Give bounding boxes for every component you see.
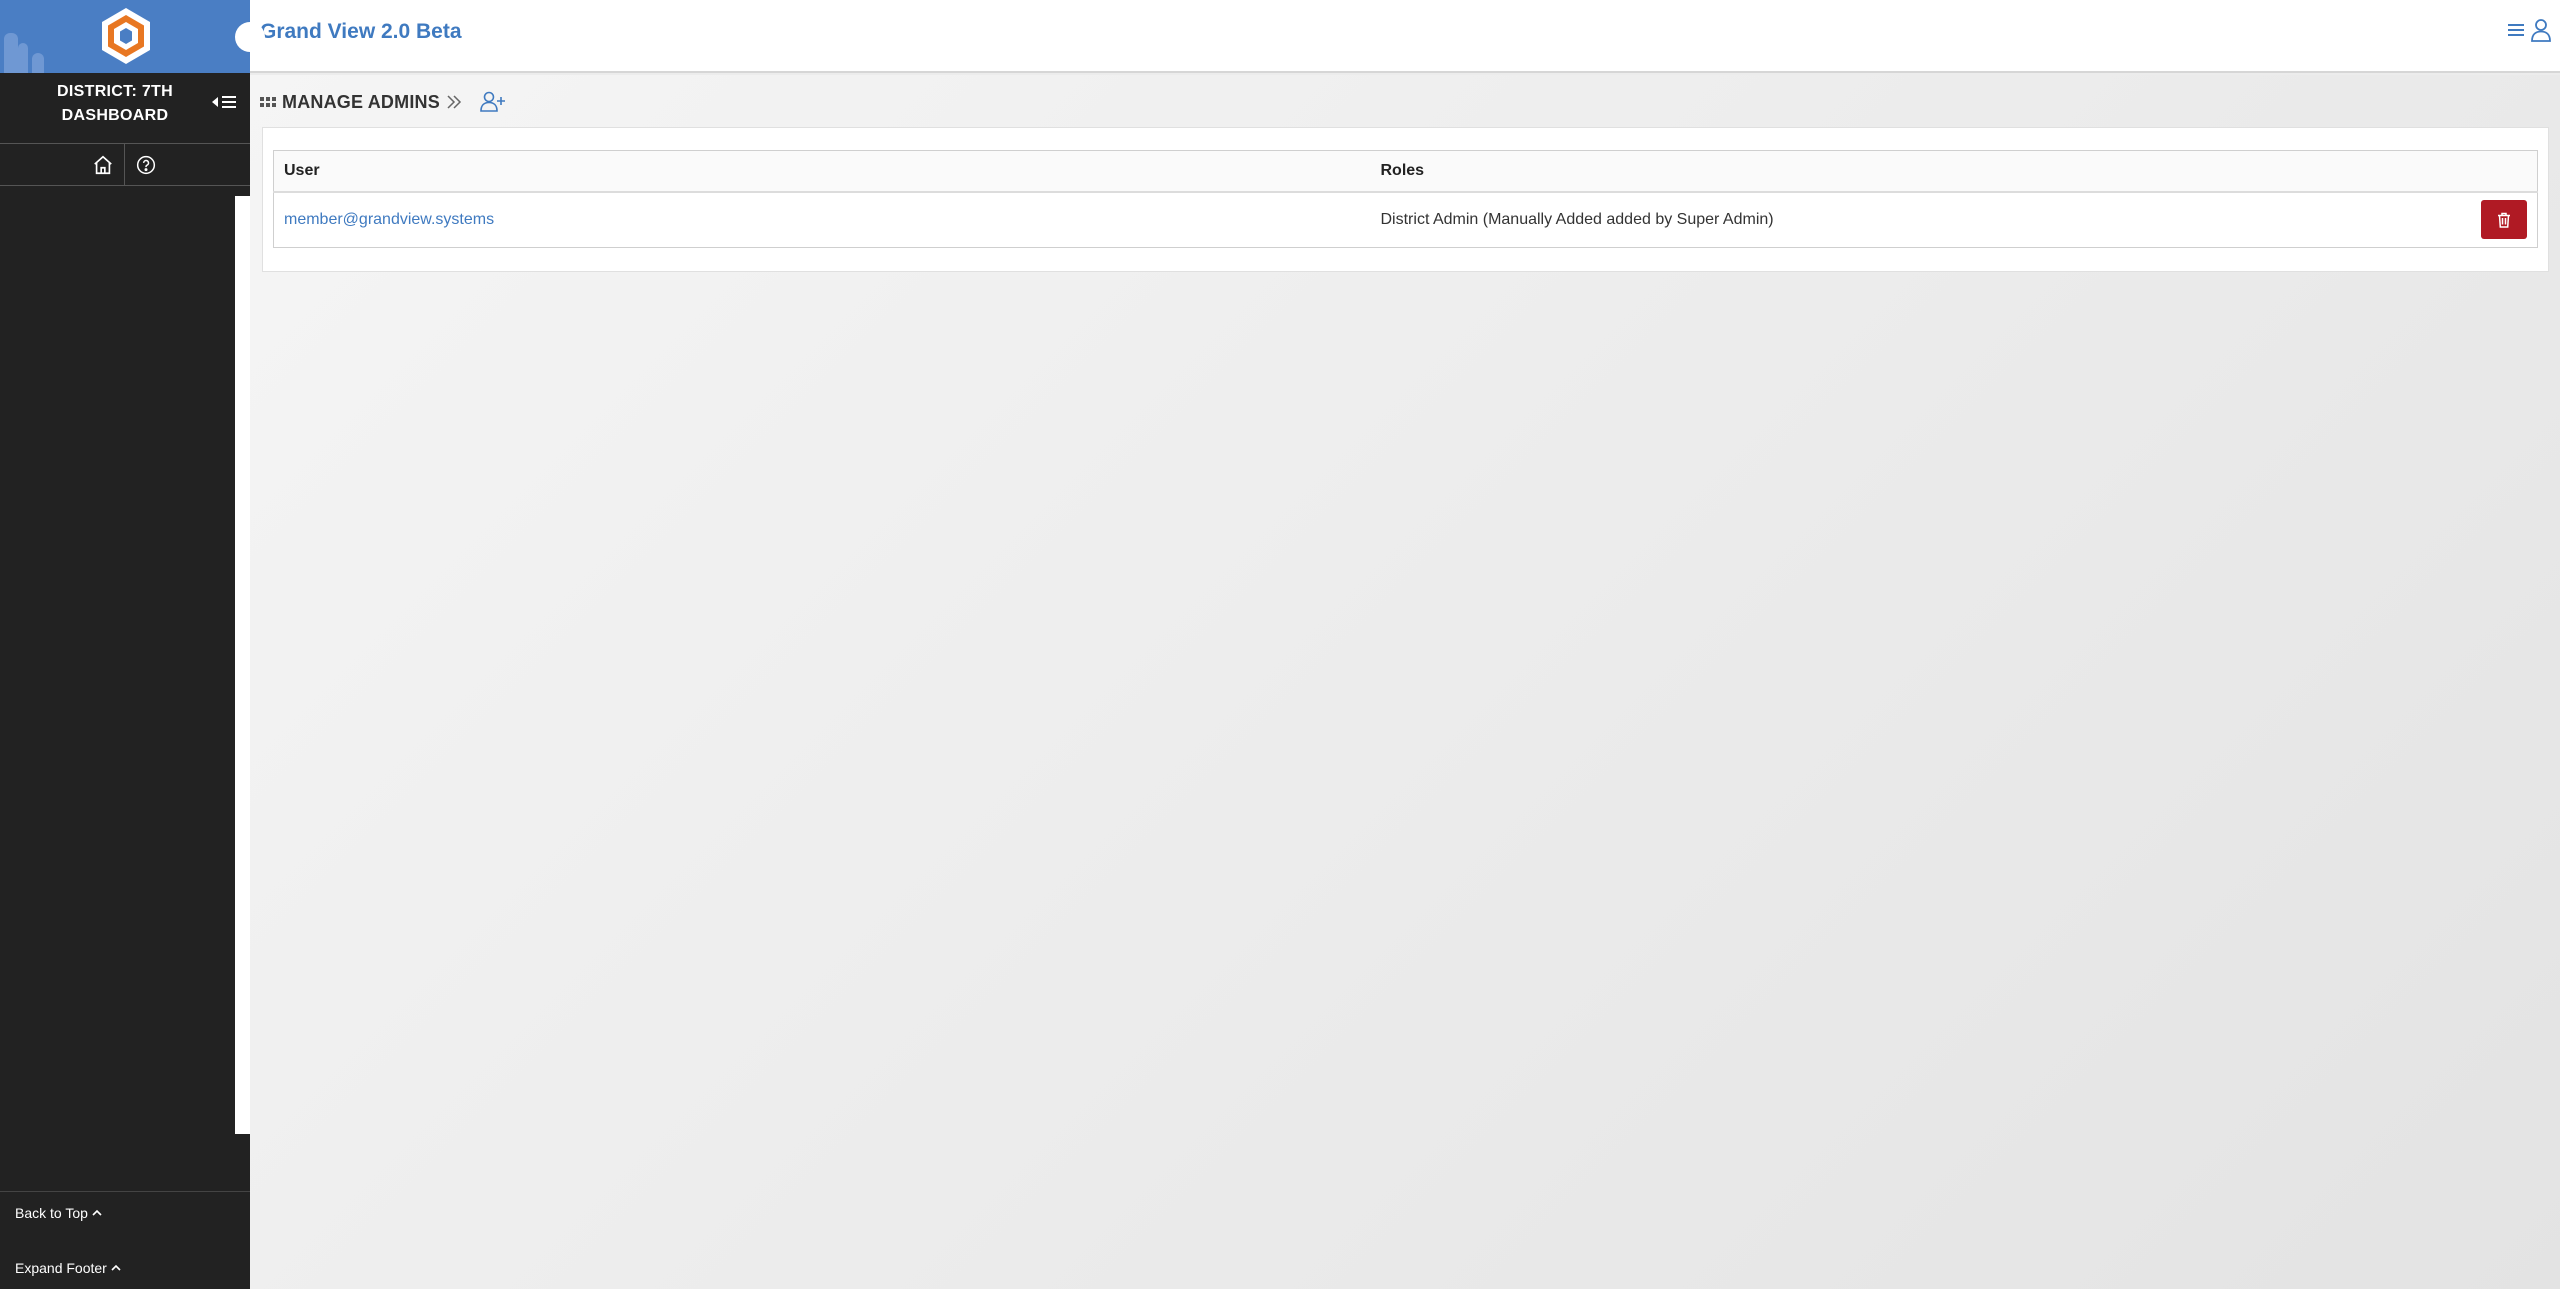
sidebar-nav [0,143,250,186]
district-label: DISTRICT: 7TH DASHBOARD [0,80,230,128]
help-icon [136,155,155,174]
sidebar-footer-divider [0,1191,250,1192]
table-row: member@grandview.systems District Admin … [274,192,2538,248]
expand-footer-link[interactable]: Expand Footer [15,1260,121,1276]
chevron-up-icon [92,1209,102,1216]
header-actions [2508,18,2552,42]
top-header: Grand View 2.0 Beta [250,0,2560,73]
page-title: MANAGE ADMINS [282,91,440,112]
brand-decor-bar [18,43,28,73]
sidebar: DISTRICT: 7TH DASHBOARD Back to Top Expa… [0,0,250,1289]
add-admin-button[interactable] [480,91,506,113]
home-button[interactable] [0,144,125,185]
admins-card: User Roles member@grandview.systems Dist… [262,127,2549,272]
logo-icon[interactable] [98,6,154,66]
table-header-row: User Roles [273,150,2538,193]
header-tab-notch [235,22,265,52]
menu-button[interactable] [2508,23,2524,37]
user-cell: member@grandview.systems [274,192,1371,248]
page-header: MANAGE ADMINS [260,91,506,113]
grid-icon [260,97,276,107]
main-content: MANAGE ADMINS User Roles member@grandvie… [250,75,2560,1289]
app-title[interactable]: Grand View 2.0 Beta [260,20,462,44]
double-chevron-right-icon [447,95,461,109]
trash-icon [2498,212,2510,228]
column-header-actions [2457,150,2538,193]
hamburger-icon [222,96,236,108]
back-to-top-label: Back to Top [15,1205,88,1221]
back-to-top-link[interactable]: Back to Top [15,1205,102,1221]
hamburger-icon [2508,24,2524,36]
user-icon [2531,19,2551,42]
home-icon [94,155,112,174]
sidebar-edge-panel [235,196,250,1134]
caret-left-icon [212,97,218,107]
expand-footer-label: Expand Footer [15,1260,107,1276]
sidebar-collapse-toggle[interactable] [212,92,244,112]
delete-button[interactable] [2481,200,2527,240]
dashboard-label: DASHBOARD [61,107,169,124]
column-header-user[interactable]: User [273,150,1371,193]
actions-cell [2458,192,2538,248]
brand-decor-bar [4,33,18,73]
brand-decor-bar [32,53,44,73]
add-user-icon [480,91,505,112]
admins-table: User Roles member@grandview.systems Dist… [273,150,2538,248]
chevron-up-icon [111,1264,121,1271]
user-profile-button[interactable] [2530,18,2552,42]
column-header-roles[interactable]: Roles [1370,150,2458,193]
user-email-link[interactable]: member@grandview.systems [284,211,494,228]
roles-cell: District Admin (Manually Added added by … [1380,210,1774,228]
district-name: DISTRICT: 7TH [57,83,173,100]
brand-area [0,0,250,73]
help-button[interactable] [125,144,166,185]
